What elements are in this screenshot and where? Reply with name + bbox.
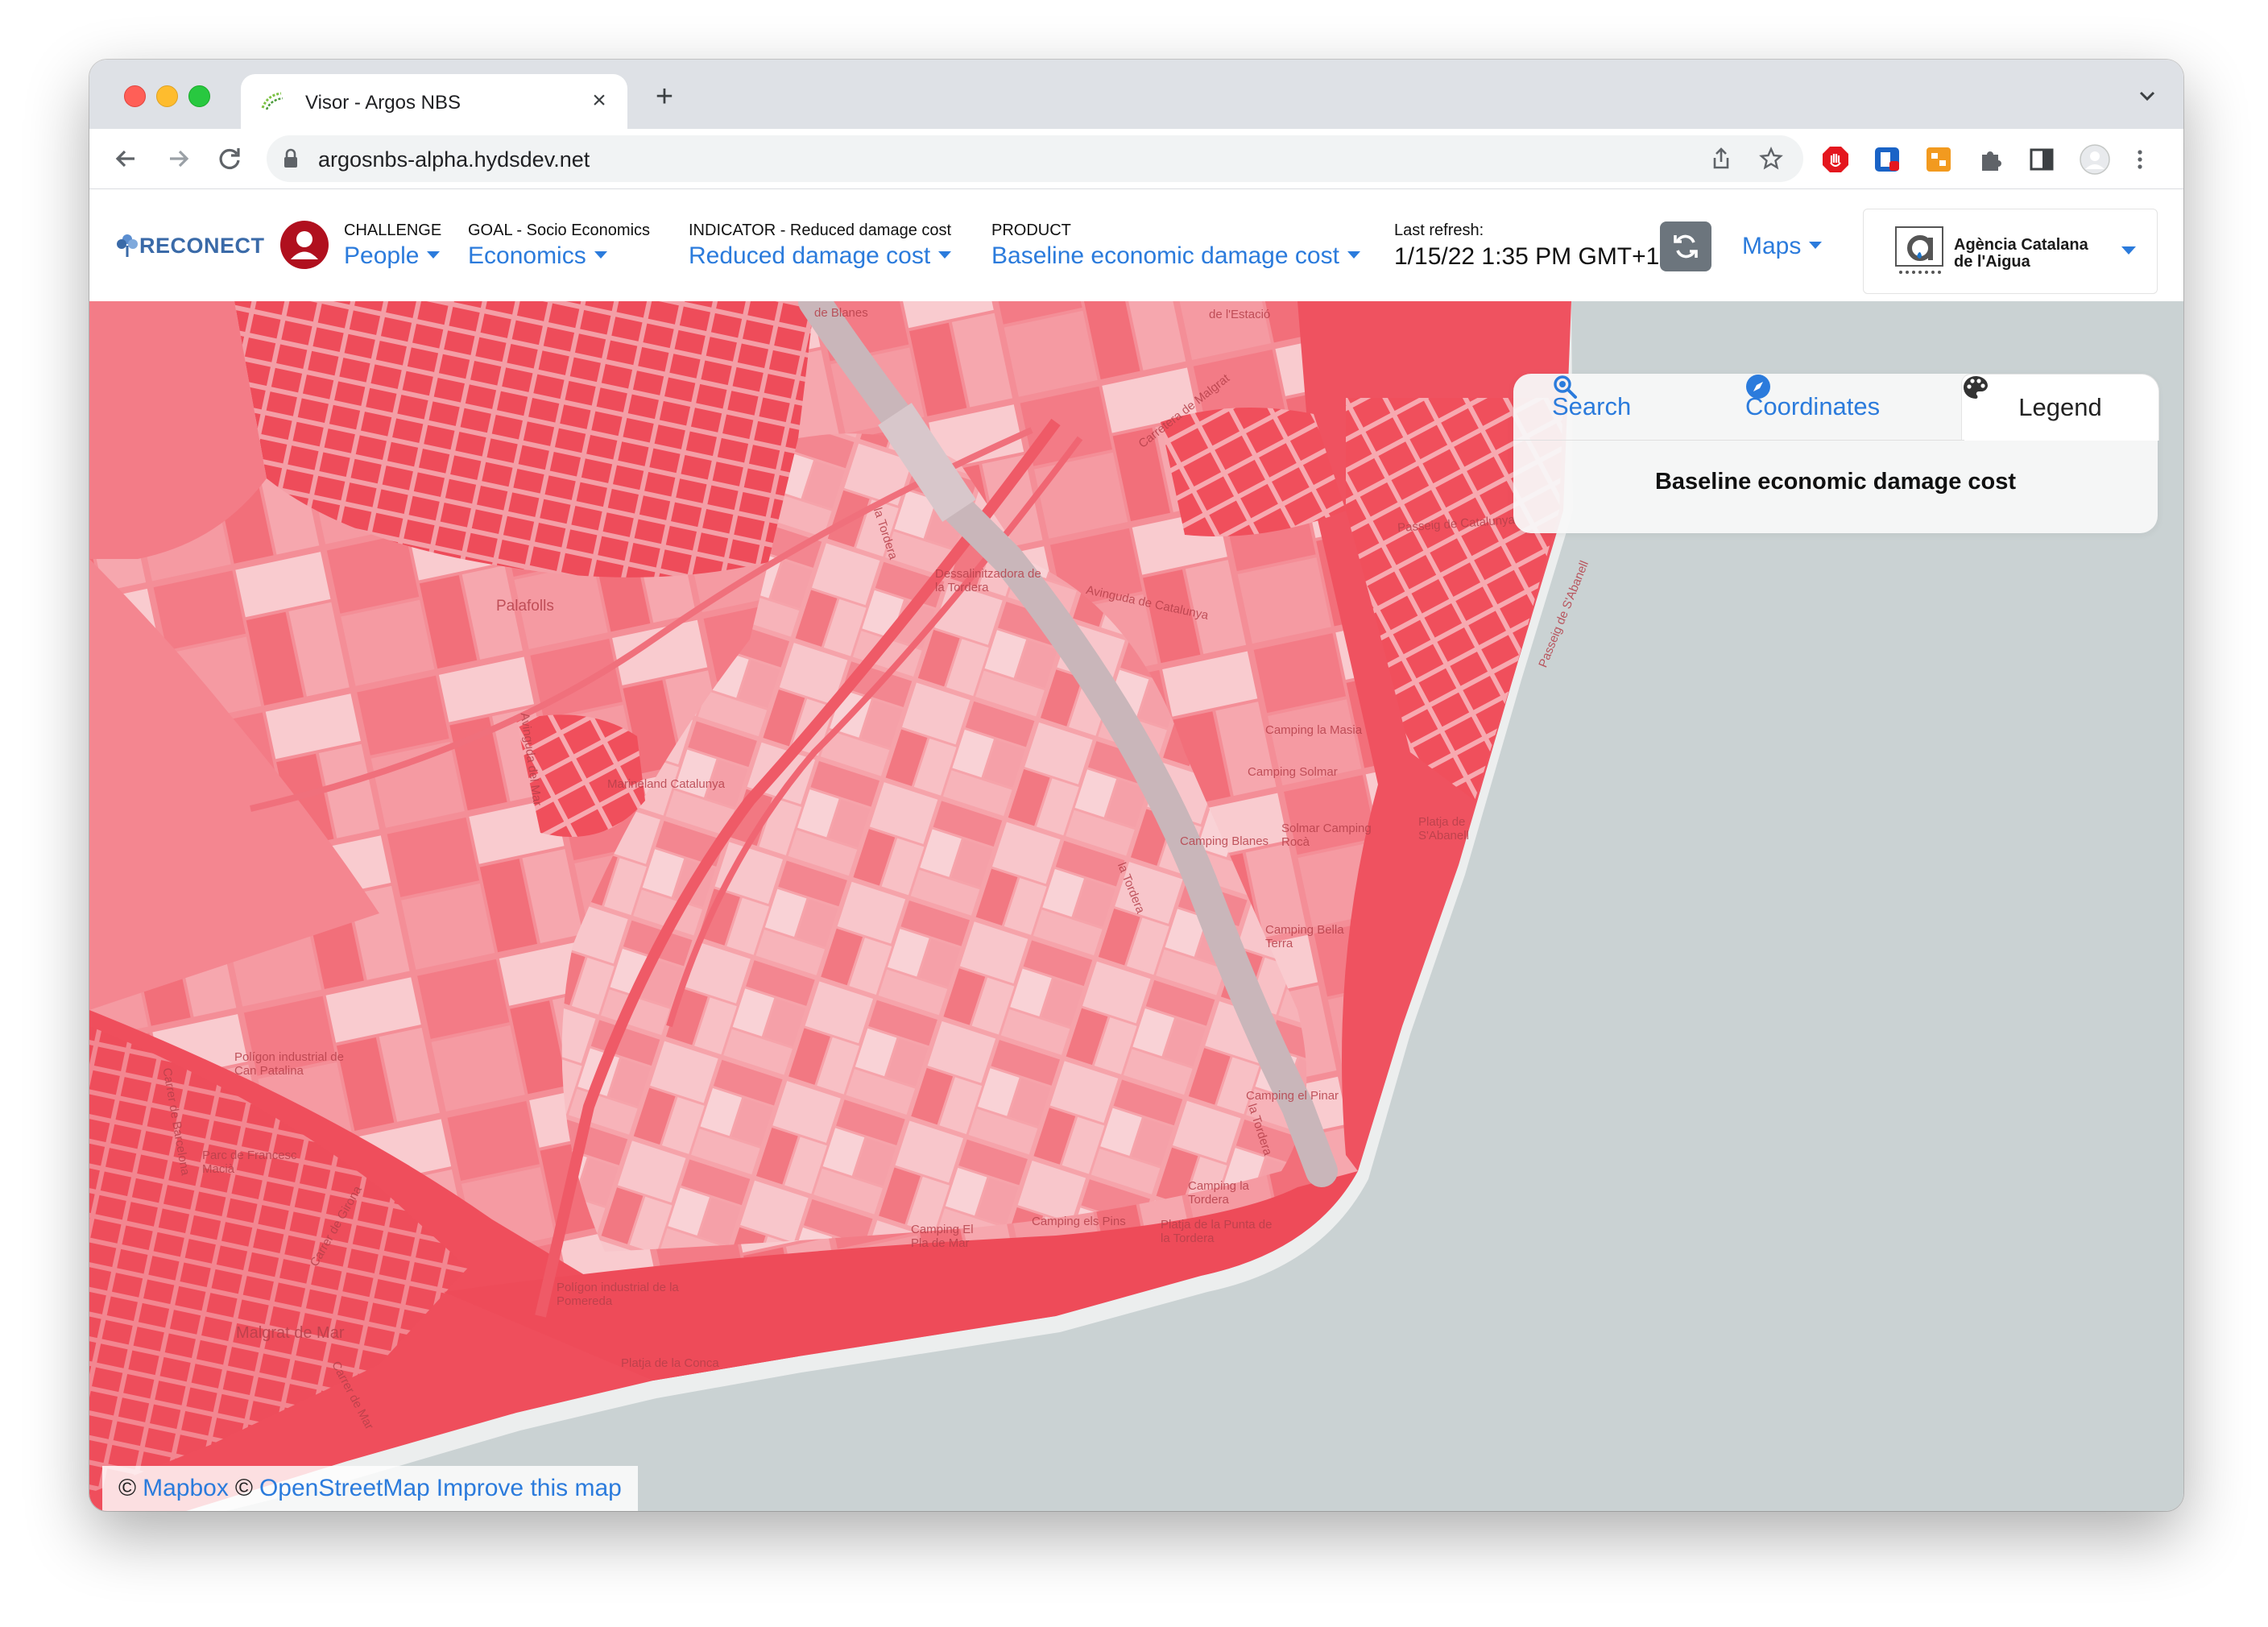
- lock-icon[interactable]: [283, 148, 299, 169]
- bookmark-star-icon[interactable]: [1758, 146, 1784, 172]
- org-name-line-2: de l'Aigua: [1954, 253, 2030, 271]
- map-label: Palafolls: [496, 598, 554, 615]
- map-label: Camping El Pla de Mar: [911, 1223, 974, 1250]
- tab-legend[interactable]: Legend: [1961, 374, 2159, 441]
- profile-avatar-icon[interactable]: [2079, 143, 2111, 176]
- browser-tab[interactable]: Visor - Argos NBS ×: [241, 74, 627, 129]
- map-label: Camping el Pinar: [1246, 1089, 1339, 1103]
- map-attribution: © Mapbox © OpenStreetMap Improve this ma…: [102, 1466, 638, 1511]
- map-label: Camping Solmar: [1248, 765, 1338, 779]
- map-label: Platja de la Punta de la Tordera: [1161, 1218, 1273, 1245]
- browser-toolbar: argosnbs-alpha.hydsdev.net: [89, 129, 2183, 189]
- map-label: Polígon industrial de la Pomereda: [557, 1281, 679, 1308]
- people-icon: [280, 221, 329, 269]
- map-label: Camping Blanes: [1180, 834, 1269, 848]
- maximize-window-button[interactable]: [188, 85, 210, 107]
- map-label: Polígon industrial de Can Patalina: [234, 1050, 344, 1078]
- app-header: RECONECT CHALLENGE People GOAL - Socio E…: [89, 189, 2183, 301]
- tab-title: Visor - Argos NBS: [305, 92, 461, 114]
- panel-divider: [1513, 440, 1964, 441]
- argos-favicon-icon: [261, 92, 284, 110]
- close-window-button[interactable]: [124, 85, 146, 107]
- refresh-icon: [1674, 234, 1698, 259]
- last-refresh-value: 1/15/22 1:35 PM GMT+1: [1394, 243, 1660, 270]
- browser-menu-icon[interactable]: [2125, 145, 2154, 174]
- map-label: Camping la Tordera: [1188, 1179, 1249, 1207]
- map-label: Malgrat de Mar: [236, 1324, 345, 1342]
- caret-down-icon: [1809, 241, 1823, 249]
- organization-selector[interactable]: Agència Catalana de l'Aigua: [1863, 209, 2158, 294]
- map-label: Platja de la Conca: [621, 1356, 719, 1370]
- map-label: Platja de S'Abanell: [1418, 815, 1469, 842]
- goal-dropdown[interactable]: Economics: [468, 242, 607, 270]
- product-dropdown[interactable]: Baseline economic damage cost: [991, 242, 1360, 270]
- tab-coordinates[interactable]: Coordinates: [1745, 374, 1880, 440]
- copyright-symbol: ©: [234, 1475, 253, 1501]
- organization-name: Agència Catalana de l'Aigua: [1954, 237, 2115, 271]
- extensions-puzzle-icon[interactable]: [1976, 145, 2005, 174]
- tab-search[interactable]: Search: [1552, 374, 1631, 440]
- reconect-logo[interactable]: RECONECT: [115, 230, 265, 262]
- map-side-panel: Search Coordinates Legend Baseline econo…: [1513, 374, 2159, 533]
- minimize-window-button[interactable]: [156, 85, 178, 107]
- caret-down-icon: [427, 250, 441, 259]
- map-label: Dessalinitzadora de la Tordera: [935, 567, 1041, 594]
- tree-icon: [117, 234, 138, 257]
- indicator-label: INDICATOR - Reduced damage cost: [689, 221, 952, 239]
- goal-label: GOAL - Socio Economics: [468, 221, 651, 239]
- share-icon[interactable]: [1708, 146, 1734, 172]
- tab-search-chevron-icon[interactable]: [2135, 85, 2159, 106]
- extension-badge-icon[interactable]: [1873, 145, 1902, 174]
- address-bar[interactable]: argosnbs-alpha.hydsdev.net: [267, 135, 1803, 182]
- improve-map-link[interactable]: Improve this map: [437, 1475, 622, 1502]
- org-caret-down-icon: [2121, 246, 2136, 255]
- copyright-symbol: ©: [118, 1475, 137, 1501]
- openstreetmap-link[interactable]: OpenStreetMap: [259, 1475, 430, 1502]
- map-label: Camping Bella Terra: [1265, 923, 1344, 950]
- map-label: Parc de Francesc Macià: [202, 1149, 297, 1176]
- compass-icon: [1746, 375, 1770, 399]
- forward-arrow-icon[interactable]: [160, 141, 196, 176]
- refresh-button[interactable]: [1660, 221, 1711, 271]
- new-tab-icon[interactable]: +: [648, 81, 681, 113]
- caret-down-icon: [594, 250, 607, 259]
- product-label: PRODUCT: [991, 221, 1071, 239]
- tab-strip: Visor - Argos NBS × +: [89, 60, 2183, 129]
- palette-icon: [1964, 376, 1988, 399]
- reload-icon[interactable]: [212, 141, 247, 176]
- map-label: Camping la Masia: [1265, 723, 1363, 737]
- map-label: de l'Estació: [1209, 308, 1271, 321]
- back-arrow-icon[interactable]: [109, 141, 144, 176]
- close-tab-icon[interactable]: ×: [586, 87, 613, 114]
- map-label: de Blanes: [814, 306, 868, 320]
- map-view[interactable]: Palafolls Marineland Catalunya Dessalini…: [89, 301, 2183, 1511]
- map-label: Marineland Catalunya: [607, 777, 725, 791]
- last-refresh-label: Last refresh:: [1394, 221, 1484, 239]
- search-icon: [1554, 375, 1577, 399]
- mapbox-link[interactable]: Mapbox: [143, 1475, 229, 1502]
- caret-down-icon: [938, 250, 952, 259]
- tab-legend-label: Legend: [2018, 393, 2102, 421]
- side-panel-icon[interactable]: [2027, 145, 2056, 174]
- url-text: argosnbs-alpha.hydsdev.net: [318, 147, 590, 172]
- adblock-extension-icon[interactable]: [1821, 145, 1850, 174]
- brand-name: RECONECT: [139, 233, 265, 258]
- legend-title: Baseline economic damage cost: [1654, 469, 2017, 495]
- org-name-line-1: Agència Catalana: [1954, 236, 2088, 254]
- indicator-dropdown[interactable]: Reduced damage cost: [689, 242, 952, 270]
- browser-window: Visor - Argos NBS × + argosnbs-alpha.hyd…: [89, 60, 2183, 1511]
- orange-extension-icon[interactable]: [1924, 145, 1953, 174]
- map-label: Solmar Camping Rocà: [1281, 822, 1372, 849]
- map-label: Camping els Pins: [1032, 1215, 1126, 1228]
- challenge-label: CHALLENGE: [344, 221, 442, 239]
- aca-logo-icon: [1895, 226, 1943, 274]
- maps-dropdown[interactable]: Maps: [1742, 233, 1823, 260]
- challenge-dropdown[interactable]: People: [344, 242, 441, 270]
- caret-down-icon: [1347, 250, 1360, 259]
